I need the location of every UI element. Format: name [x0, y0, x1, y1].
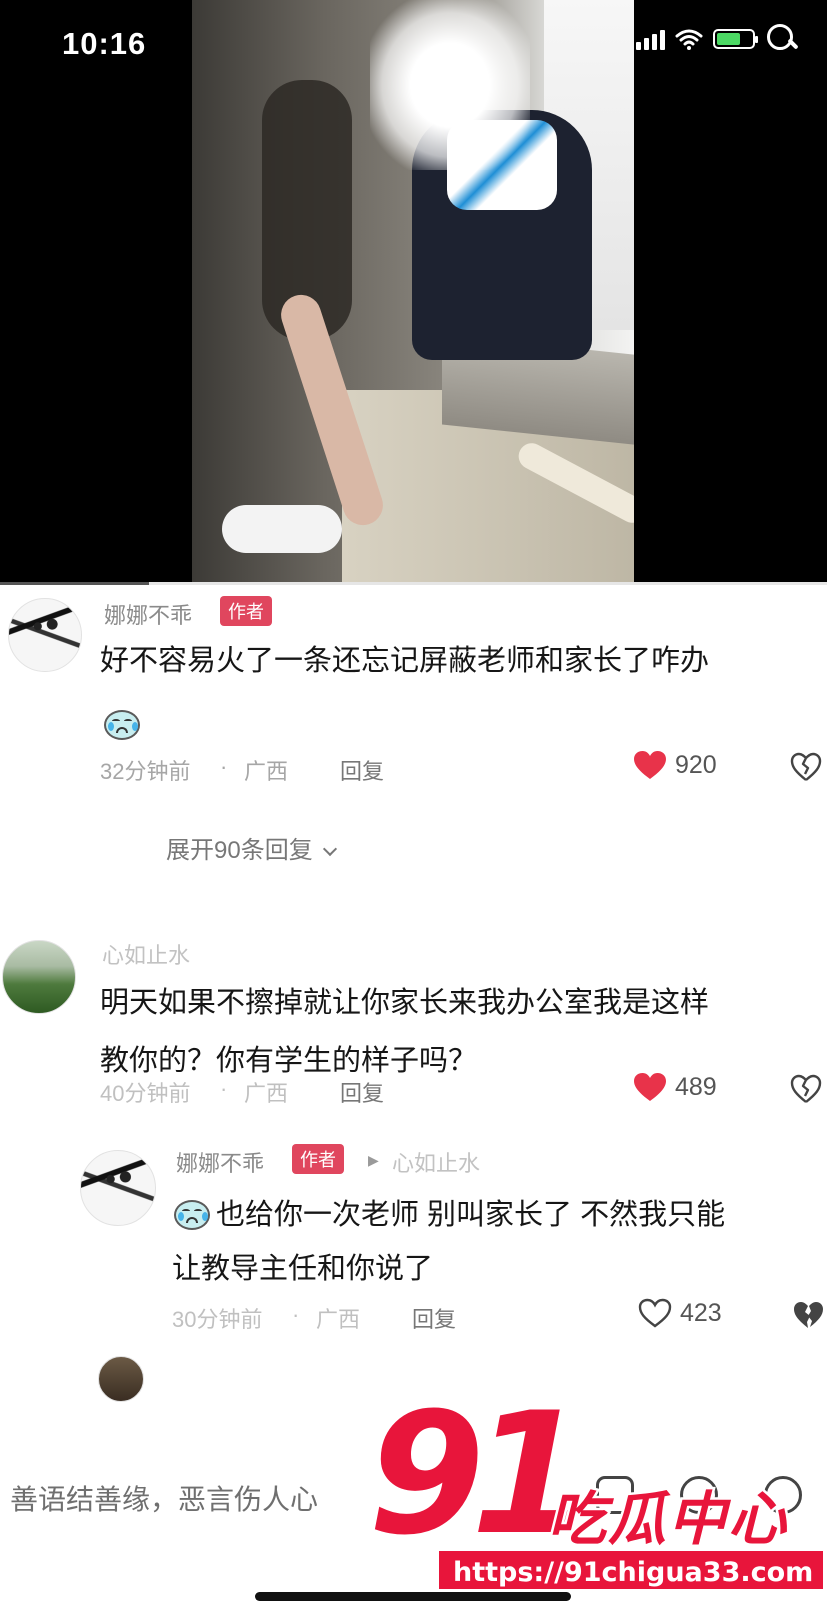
comment-location: 广西 — [244, 759, 289, 784]
reply-arrow-icon: ▶ — [368, 1152, 379, 1168]
meta-separator: · — [292, 1302, 300, 1327]
like-count: 489 — [675, 1072, 717, 1101]
like-count: 423 — [680, 1298, 722, 1327]
watermark-text: 吃瓜中心 — [545, 1483, 789, 1556]
watermark-logo: 91 吃瓜中心 https://91chigua33.com — [365, 1387, 826, 1600]
broken-heart-icon[interactable] — [790, 752, 822, 782]
author-badge: 作者 — [292, 1144, 344, 1174]
comment-text: 好不容易火了一条还忘记屏蔽老师和家长了咋办 — [100, 645, 710, 677]
watermark-number: 91 — [365, 1376, 591, 1572]
heart-filled-icon — [633, 750, 667, 780]
expand-replies-button[interactable]: 展开90条回复 — [166, 830, 337, 865]
status-time: 10:16 — [62, 26, 147, 61]
meta-separator: · — [220, 1076, 228, 1101]
status-icons — [636, 22, 799, 56]
meta-separator: · — [220, 754, 228, 779]
reply-button[interactable]: 回复 — [412, 1302, 456, 1334]
heart-filled-icon — [633, 1072, 667, 1102]
video-player[interactable]: 10:16 — [0, 0, 827, 582]
video-progress-fill — [0, 582, 149, 585]
search-icon[interactable] — [765, 22, 799, 56]
comment-time: 32分钟前 — [100, 759, 191, 784]
like-count: 920 — [675, 750, 717, 779]
expand-label: 展开90条回复 — [166, 837, 313, 864]
video-shoe — [222, 505, 342, 553]
avatar[interactable] — [98, 1356, 144, 1402]
watermark-url: https://91chigua33.com — [436, 1548, 826, 1592]
heart-outline-icon — [638, 1298, 672, 1328]
broken-heart-icon[interactable] — [792, 1300, 824, 1330]
like-button[interactable]: 920 — [633, 750, 717, 780]
signal-icon — [636, 28, 665, 50]
face-blur — [370, 0, 530, 170]
comment-time: 30分钟前 — [172, 1307, 263, 1332]
comment-text-line: 明天如果不擦掉就让你家长来我办公室我是这样 — [100, 987, 710, 1019]
battery-icon — [713, 29, 758, 49]
author-badge: 作者 — [220, 596, 272, 626]
avatar[interactable] — [8, 598, 82, 672]
comment-text-line: 让教导主任和你说了 — [172, 1253, 434, 1285]
comment-time: 40分钟前 — [100, 1081, 191, 1106]
crying-face-emoji — [102, 708, 142, 742]
wifi-icon — [675, 29, 703, 50]
reply-button[interactable]: 回复 — [340, 754, 384, 786]
broken-heart-icon[interactable] — [790, 1074, 822, 1104]
comment-input[interactable]: 善语结善缘，恶言伤人心 — [10, 1478, 318, 1518]
comment-text-line: 也给你一次老师 别叫家长了 不然我只能 — [216, 1199, 726, 1231]
avatar[interactable] — [2, 940, 76, 1014]
crying-face-emoji — [172, 1198, 212, 1232]
video-progress-bar[interactable] — [0, 582, 827, 585]
chevron-down-icon — [322, 841, 337, 857]
reply-to-user[interactable]: 心如止水 — [392, 1146, 480, 1178]
avatar[interactable] — [80, 1150, 156, 1226]
like-button[interactable]: 423 — [638, 1298, 722, 1328]
video-frame[interactable] — [192, 0, 634, 582]
comment-location: 广西 — [244, 1081, 289, 1106]
comment-author[interactable]: 心如止水 — [102, 938, 190, 970]
comment-author[interactable]: 娜娜不乖 — [176, 1146, 264, 1178]
like-button[interactable]: 489 — [633, 1072, 717, 1102]
comment-location: 广西 — [316, 1307, 361, 1332]
reply-button[interactable]: 回复 — [340, 1076, 384, 1108]
comment-author[interactable]: 娜娜不乖 — [104, 598, 192, 630]
